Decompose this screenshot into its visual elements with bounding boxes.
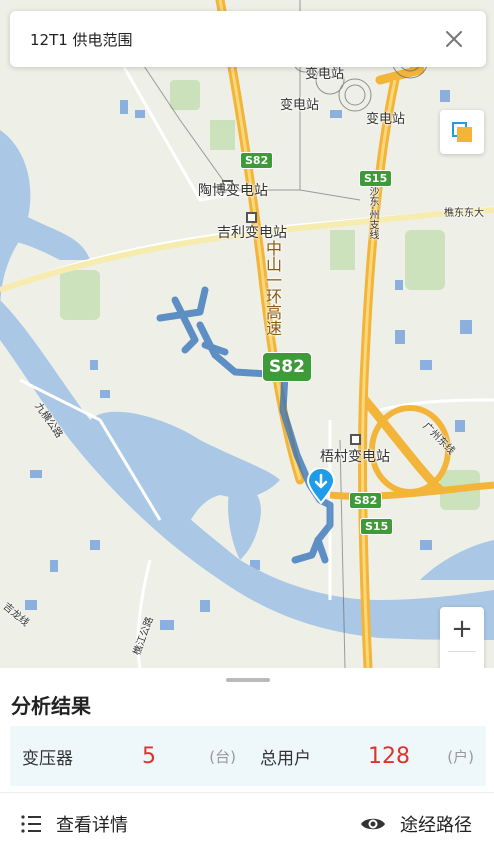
road-badge-s15: S15 — [360, 518, 394, 535]
zoom-in-button[interactable]: + — [440, 607, 484, 651]
drag-handle[interactable] — [226, 678, 270, 682]
close-button[interactable] — [440, 25, 468, 53]
eye-icon — [361, 818, 385, 830]
layers-button[interactable] — [440, 110, 484, 154]
action-bar: 查看详情 途经路径 — [0, 793, 494, 855]
stat-users: 总用户 128 (户) — [248, 726, 486, 786]
stat-transformer: 变压器 5 (台) — [10, 726, 248, 786]
stat-users-label: 总用户 — [260, 748, 311, 769]
stat-transformer-unit: (台) — [209, 747, 236, 766]
zoom-control: + — [440, 607, 484, 669]
map-view[interactable]: 变电站 变电站 变电站 陶博变电站 吉利变电站 梧村变电站 中山一环高速 沙东-… — [0, 0, 494, 668]
list-icon — [21, 815, 41, 833]
stat-users-unit: (户) — [447, 747, 474, 766]
map-label-ring-expressway: 中山一环高速 — [263, 240, 282, 336]
route-path-label: 途经路径 — [400, 815, 472, 836]
road-badge-s82: S82 — [349, 492, 383, 509]
road-badge-s15: S15 — [359, 170, 393, 187]
zoom-divider — [448, 651, 476, 652]
stat-transformer-label: 变压器 — [22, 748, 73, 769]
close-icon — [446, 31, 462, 47]
stat-users-value: 128 — [368, 743, 410, 769]
road-badge-s82: S82 — [240, 152, 274, 169]
map-label-substation: 变电站 — [280, 98, 320, 113]
panel-title: 分析结果 — [11, 694, 91, 718]
title-card: 12T1 供电范围 — [10, 11, 486, 67]
view-details-button[interactable]: 查看详情 — [20, 811, 128, 837]
layers-icon — [452, 122, 472, 142]
page-title: 12T1 供电范围 — [30, 30, 133, 49]
location-marker-icon[interactable] — [306, 468, 336, 504]
road-badge-s82-large: S82 — [262, 352, 312, 382]
stat-transformer-value: 5 — [142, 743, 156, 769]
route-path-button[interactable]: 途经路径 — [360, 811, 472, 837]
map-label-taobo-substation: 陶博变电站 — [198, 183, 268, 199]
map-canvas — [0, 0, 494, 668]
map-label-road: 沙东-州支线 — [367, 186, 378, 240]
map-label-substation: 变电站 — [366, 112, 406, 127]
map-label-road: 樵东东大 — [444, 208, 484, 219]
map-label-jili-substation: 吉利变电站 — [217, 225, 287, 241]
result-panel: 分析结果 变压器 5 (台) 总用户 128 (户) 查看详情 途经路径 — [0, 668, 494, 855]
map-label-wucun-substation: 梧村变电站 — [320, 449, 390, 465]
view-details-label: 查看详情 — [56, 815, 128, 836]
substation-icon — [350, 434, 361, 445]
stats-summary: 变压器 5 (台) 总用户 128 (户) — [10, 726, 486, 786]
